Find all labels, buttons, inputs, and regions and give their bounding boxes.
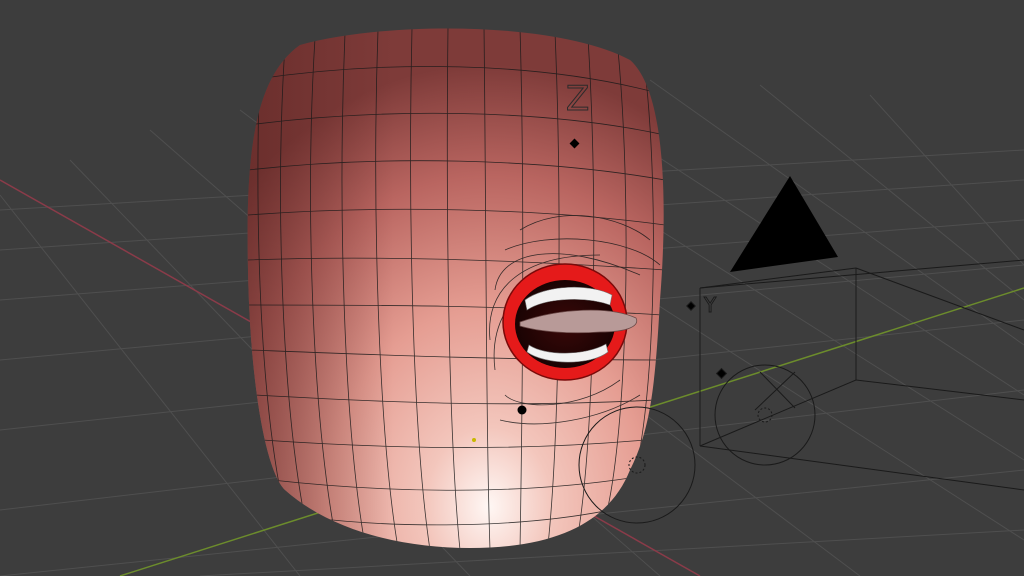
camera-up-label: Y <box>703 293 717 317</box>
camera-up-triangle <box>730 176 838 272</box>
3d-viewport[interactable]: Z Y <box>0 0 1024 576</box>
viewport-canvas[interactable]: Z Y <box>0 0 1024 576</box>
head-mesh[interactable] <box>247 27 665 550</box>
gizmo-z-label: Z <box>566 79 589 119</box>
camera-object[interactable] <box>686 176 1024 491</box>
